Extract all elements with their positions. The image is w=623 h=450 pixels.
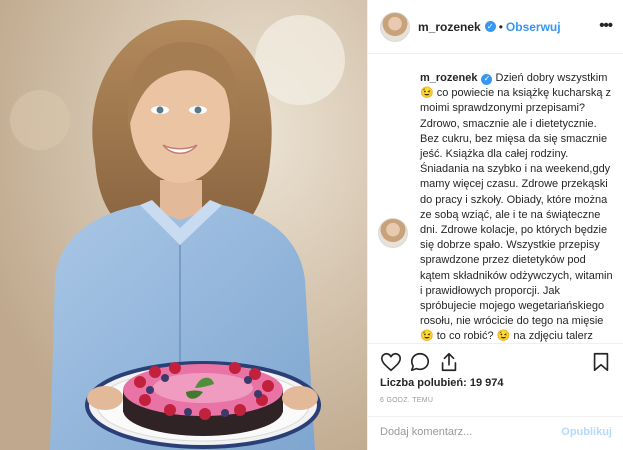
share-icon[interactable] <box>438 351 460 373</box>
bookmark-icon[interactable] <box>590 351 612 373</box>
caption-text: Dzień dobry wszystkim 😉 co powiecie na k… <box>420 72 613 342</box>
username-link[interactable]: m_rozenek <box>418 20 481 34</box>
avatar[interactable] <box>380 11 410 42</box>
likes-count[interactable]: Liczba polubień: 19 974 <box>380 377 504 389</box>
post-header: m_rozenek ✓ • Obserwuj ••• <box>368 0 623 54</box>
more-options-icon[interactable]: ••• <box>599 17 613 34</box>
verified-badge-icon: ✓ <box>484 21 496 32</box>
follow-button[interactable]: Obserwuj <box>506 20 561 34</box>
post-timestamp[interactable]: 6 GODZ. TEMU <box>380 397 433 404</box>
action-bar <box>368 343 623 379</box>
likes-label: Liczba polubień: <box>380 377 467 389</box>
verified-badge-icon: ✓ <box>481 73 493 85</box>
comment-icon[interactable] <box>409 351 431 373</box>
post-photo[interactable] <box>0 0 367 450</box>
caption-area[interactable]: m_rozenek ✓ Dzień dobry wszystkim 😉 co po… <box>368 55 623 342</box>
publish-button[interactable]: Opublikuj <box>561 426 612 438</box>
post-side-panel: m_rozenek ✓ • Obserwuj ••• m_rozenek ✓ Dz… <box>367 0 623 450</box>
instagram-post: m_rozenek ✓ • Obserwuj ••• m_rozenek ✓ Dz… <box>0 0 623 450</box>
caption-author-link[interactable]: m_rozenek <box>420 72 477 84</box>
post-caption: m_rozenek ✓ Dzień dobry wszystkim 😉 co po… <box>420 71 614 342</box>
comment-input[interactable] <box>380 426 550 438</box>
woman-with-cake-image <box>0 0 367 450</box>
caption-avatar[interactable] <box>378 218 408 248</box>
separator-dot: • <box>498 19 503 34</box>
comment-form: Opublikuj <box>368 416 623 450</box>
likes-number: 19 974 <box>469 377 504 389</box>
heart-icon[interactable] <box>380 351 402 373</box>
